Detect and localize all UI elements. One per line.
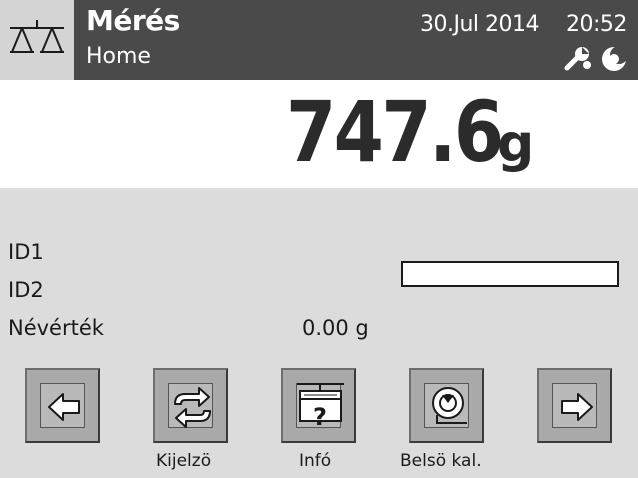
time-display: 20:52 [566, 12, 627, 37]
moon-icon [602, 46, 628, 71]
arrow-left-icon [48, 393, 80, 421]
display-button[interactable] [153, 368, 228, 443]
date-display: 30.Jul 2014 [420, 12, 540, 37]
breadcrumb-home: Home [86, 44, 151, 69]
calibration-button[interactable] [409, 368, 484, 443]
scale-logo [0, 0, 74, 80]
target-value: 0.00 g [302, 316, 369, 340]
svg-text:?: ? [313, 403, 327, 431]
id-input-field[interactable] [401, 261, 619, 287]
info-scale-icon: ? [297, 383, 344, 431]
arrow-right-icon [561, 393, 593, 421]
info-button[interactable]: ? [281, 368, 356, 443]
refresh-icon [174, 387, 211, 428]
info-button-label: Infó [299, 451, 332, 471]
calibration-weight-icon [432, 387, 467, 424]
id2-label: ID2 [8, 278, 44, 302]
target-label: Névérték [8, 316, 104, 340]
display-button-label: Kijelzö [156, 451, 212, 471]
weight-display: 747.6 g [0, 80, 638, 188]
arrow-right-button[interactable] [537, 368, 612, 443]
header-bar: Mérés Home 30.Jul 2014 20:52 [0, 0, 638, 80]
balance-scale-icon [10, 20, 64, 53]
app-title: Mérés [86, 4, 180, 37]
status-icons [563, 44, 631, 74]
calibration-button-label: Belsö kal. [400, 451, 482, 471]
arrow-left-button[interactable] [25, 368, 100, 443]
weight-value: 747.6 [286, 83, 504, 181]
wrench-icon [564, 47, 591, 71]
weight-unit: g [497, 114, 535, 174]
id1-label: ID1 [8, 240, 44, 264]
